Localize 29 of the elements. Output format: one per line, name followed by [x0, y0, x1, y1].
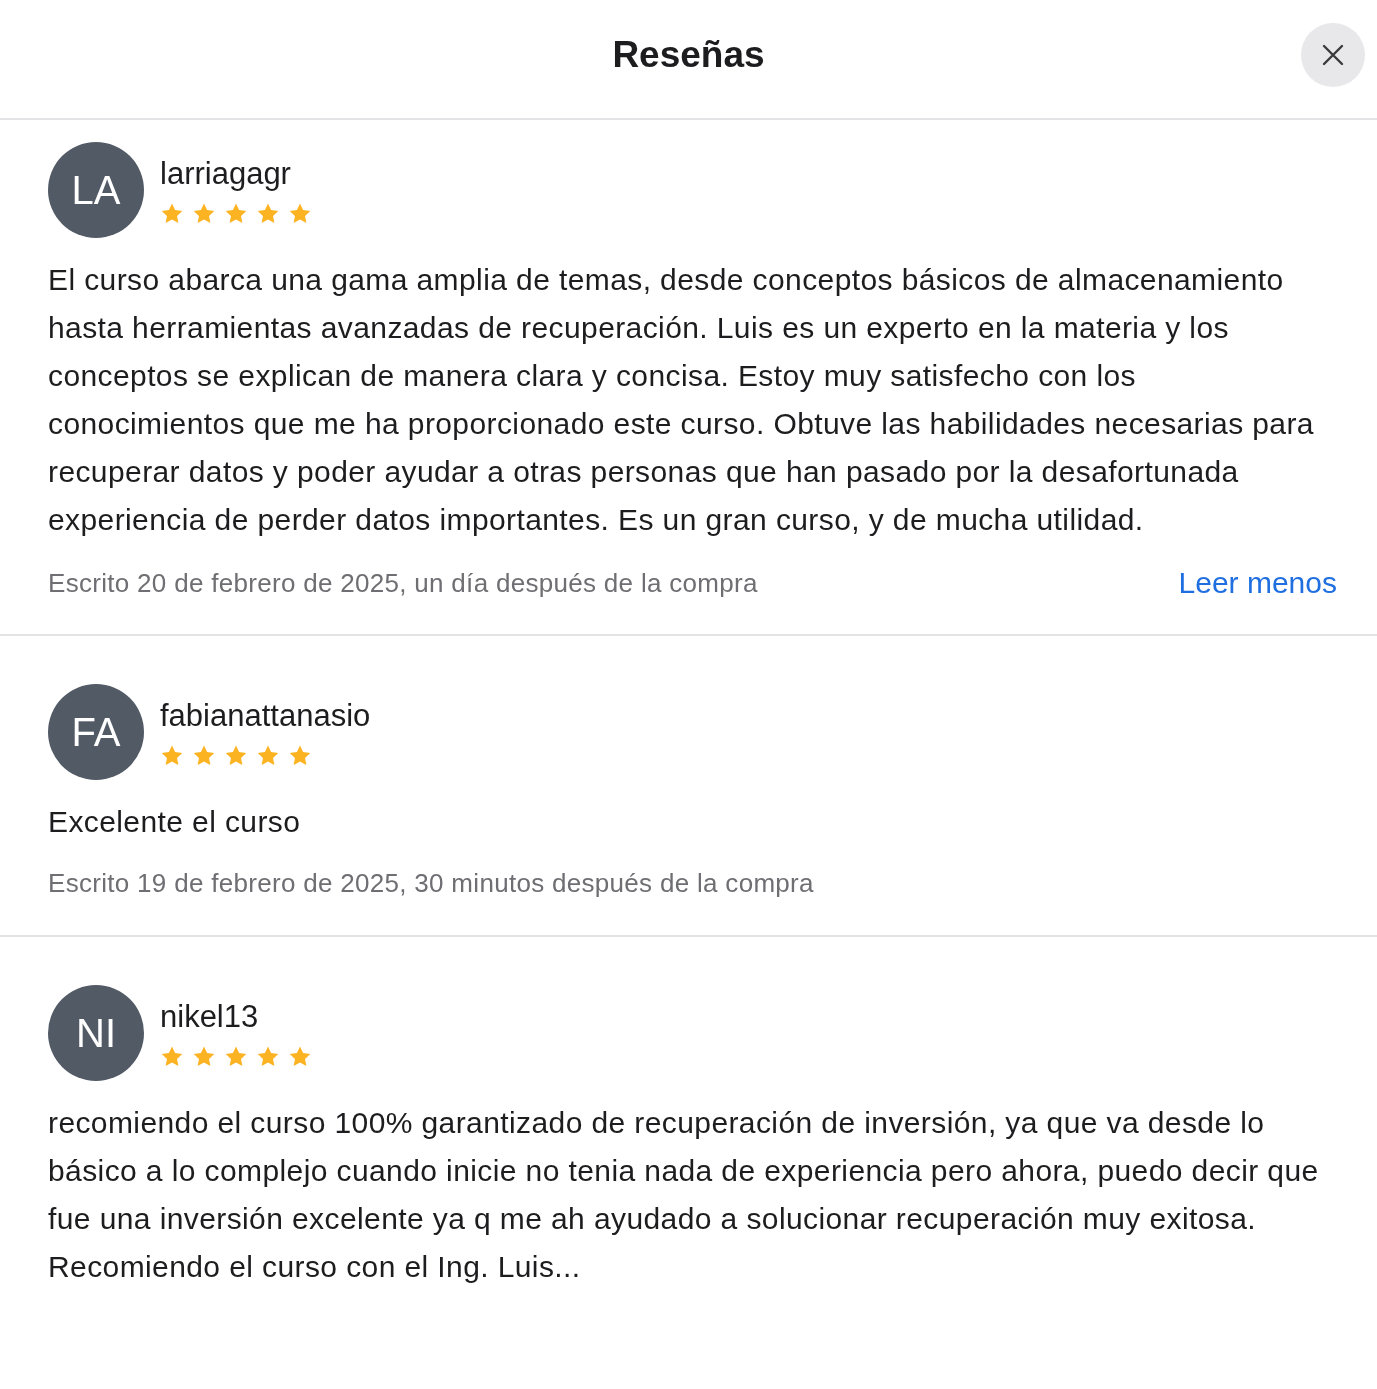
star-icon [192, 744, 216, 768]
star-icon [288, 744, 312, 768]
star-icon [224, 202, 248, 226]
star-icon [192, 202, 216, 226]
star-icon [160, 202, 184, 226]
reviewer-name: nikel13 [160, 999, 260, 1035]
review-text: El curso abarca una gama amplia de temas, desde conceptos básicos de almacenamiento hasta herramientas avanzadas de recuperación. Luis es un experto en la materia y los conceptos se explican de manera clara y concisa. Estoy muy satisfecho con los conocimientos que me ha proporcionado este curso. Obtuve las habilidades necesarias para recuperar datos y poder ayudar a otras personas que han pasado por la desafortunada experiencia de perder datos importantes. Es un gran curso, y de mucha utilidad. [48, 262, 1315, 538]
review-text: Excelente el curso [48, 804, 302, 840]
reviewer-name: larriagagr [160, 156, 292, 192]
star-icon [256, 744, 280, 768]
reviewer-name: fabianattanasio [160, 698, 371, 734]
star-icon [256, 202, 280, 226]
read-less-link[interactable]: Leer menos [1178, 566, 1337, 600]
star-icon [224, 1045, 248, 1069]
avatar: LA [48, 142, 144, 238]
review-date: Escrito 19 de febrero de 2025, 30 minutos después de la compra [48, 868, 814, 899]
star-icon [160, 744, 184, 768]
star-icon [224, 744, 248, 768]
dialog-title: Reseñas [612, 34, 765, 76]
star-icon [256, 1045, 280, 1069]
close-icon [1322, 44, 1344, 66]
review-date: Escrito 20 de febrero de 2025, un día después de la compra [48, 567, 758, 599]
avatar: NI [48, 985, 144, 1081]
avatar: FA [48, 684, 144, 780]
star-icon [288, 202, 312, 226]
star-icon [192, 1045, 216, 1069]
star-icon [160, 1045, 184, 1069]
star-icon [288, 1045, 312, 1069]
review-text: recomiendo el curso 100% garantizado de recuperación de inversión, ya que va desde lo básico a lo complejo cuando inicie no tenia nada de experiencia pero ahora, puedo decir que fue una inversión excelente ya q me ah ayudado a solucionar recuperación muy exitosa. Recomiendo el curso con el Ing. Luis... [48, 1105, 1320, 1285]
